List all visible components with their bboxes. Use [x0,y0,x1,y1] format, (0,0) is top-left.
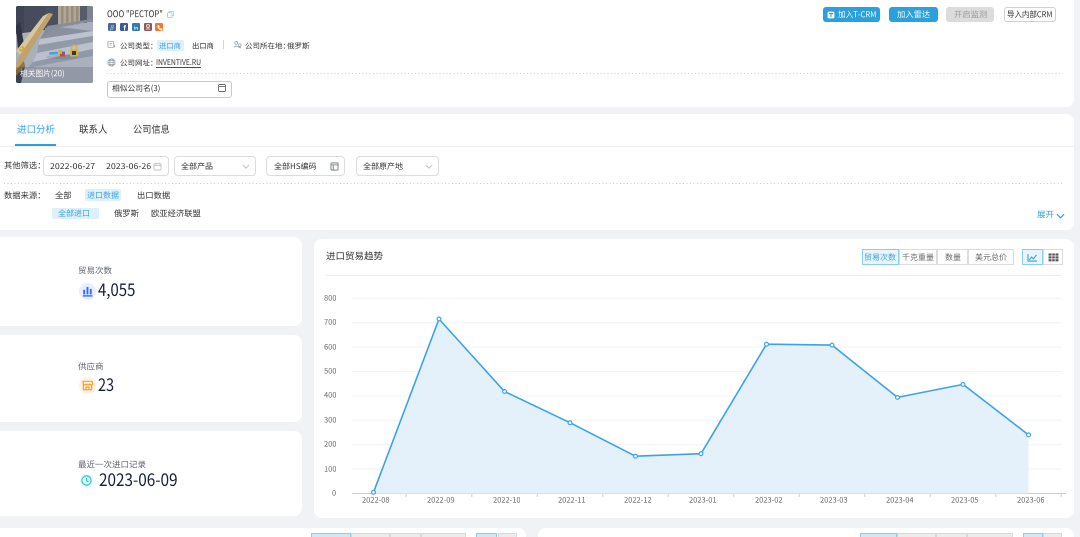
svg-text:in: in [134,26,138,31]
